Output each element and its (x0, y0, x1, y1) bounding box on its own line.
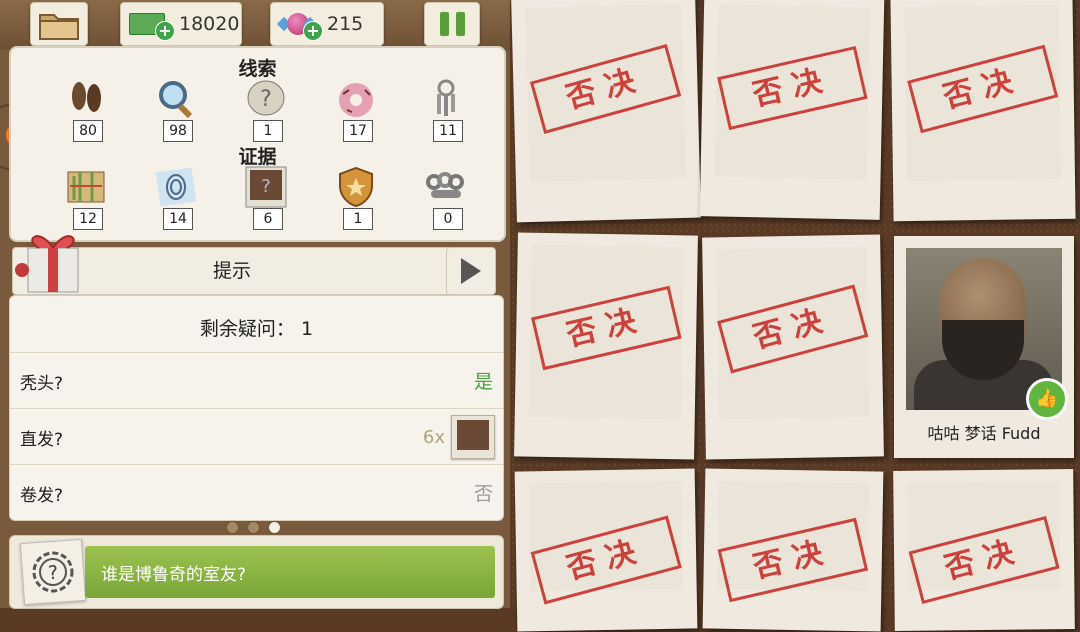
question-row-straight-hair[interactable]: 直发? 6x (10, 408, 503, 465)
clues-panel: 线索 80 98 ? 1 17 11 证据 12 14 ? 6 1 0 (9, 46, 506, 242)
evidence-brass-knuckles[interactable]: 0 (415, 166, 475, 236)
question-row-bald[interactable]: 秃头? 是 (10, 352, 503, 409)
suspect-name: 咕咕 梦话 Fudd (927, 424, 1041, 443)
questions-panel: 剩余疑问： 1 秃头? 是 直发? 6x 卷发? 否 (9, 295, 504, 521)
clue-keys[interactable]: 11 (415, 78, 475, 148)
clue-footprints[interactable]: 80 (55, 78, 115, 148)
clue-count: 80 (73, 120, 103, 142)
left-panel: + 18020 + 215 线索 80 98 ? 1 17 11 证据 12 1… (0, 0, 510, 609)
evidence-count: 0 (433, 208, 463, 230)
suspect-card-rejected[interactable]: 否决 (514, 232, 698, 460)
evidence-badge[interactable]: 1 (325, 166, 385, 236)
suspect-board: 否决 否决 否决 否决 否决 👍 咕咕 梦话 Fudd 否决 否决 否决 (510, 0, 1080, 632)
pause-button[interactable] (424, 2, 480, 46)
unknown-photo-icon (451, 415, 495, 459)
question-label: 直发? (20, 430, 64, 450)
clue-unknown[interactable]: ? 1 (235, 78, 295, 148)
quest-banner[interactable]: 谁是博鲁奇的室友? (85, 546, 495, 598)
candy-counter[interactable]: + 215 (270, 2, 384, 46)
clue-count: 17 (343, 120, 373, 142)
hint-next-button[interactable] (446, 247, 496, 295)
svg-text:?: ? (260, 87, 272, 112)
suspect-card-rejected[interactable]: 否决 (890, 0, 1076, 222)
question-label: 秃头? (20, 374, 64, 394)
suspect-card-rejected[interactable]: 否决 (702, 234, 884, 460)
svg-text:?: ? (47, 562, 59, 585)
play-icon (461, 258, 481, 284)
police-badge-icon (339, 166, 373, 208)
evidence-fingerprint[interactable]: 14 (145, 166, 205, 236)
money-counter[interactable]: + 18020 (120, 2, 242, 46)
page-dot-active[interactable] (268, 521, 281, 534)
suspect-card-rejected[interactable]: 否决 (702, 468, 884, 632)
unknown-photo-icon: ? (245, 166, 287, 208)
clue-count: 98 (163, 120, 193, 142)
suspect-card-rejected[interactable]: 否决 (893, 469, 1075, 631)
question-bubble-icon: ? (247, 80, 285, 116)
quest-box: ? 谁是博鲁奇的室友? (9, 535, 504, 609)
suspect-card-rejected[interactable]: 否决 (511, 0, 701, 223)
fingerprint-icon (155, 167, 197, 207)
evidence-count: 14 (163, 208, 193, 230)
thumbs-up-icon: 👍 (1026, 378, 1068, 420)
evidence-count: 6 (253, 208, 283, 230)
evidence-count: 1 (343, 208, 373, 230)
page-dot[interactable] (247, 521, 260, 534)
clue-magnifier[interactable]: 98 (145, 78, 205, 148)
donut-icon (339, 83, 373, 117)
money-amount: 18020 (179, 13, 240, 35)
question-gear-icon: ? (19, 538, 87, 606)
folder-icon (39, 14, 79, 40)
add-candy-icon[interactable]: + (303, 21, 323, 41)
add-money-icon[interactable]: + (155, 21, 175, 41)
candy-amount: 215 (327, 13, 364, 35)
question-label: 卷发? (20, 486, 64, 506)
map-icon (67, 171, 105, 203)
suspect-card-rejected[interactable]: 否决 (514, 468, 698, 632)
footprints-icon (72, 82, 101, 112)
evidence-unknown-photo[interactable]: ? 6 (235, 166, 295, 236)
keys-icon (437, 79, 455, 116)
clue-donut[interactable]: 17 (325, 78, 385, 148)
pause-icon (439, 12, 465, 36)
clues-title: 线索 (238, 58, 277, 80)
answer-yes: 是 (473, 371, 493, 393)
gift-icon[interactable] (14, 222, 92, 298)
page-indicator (226, 521, 281, 534)
brass-knuckles-icon (426, 172, 464, 198)
clue-count: 1 (253, 120, 283, 142)
suspect-card-fudd[interactable]: 👍 咕咕 梦话 Fudd (894, 236, 1074, 458)
svg-text:?: ? (261, 176, 271, 197)
folder-button[interactable] (30, 2, 88, 46)
suspect-card-rejected[interactable]: 否决 (699, 0, 885, 220)
answer-no: 否 (473, 483, 493, 505)
clue-count: 11 (433, 120, 463, 142)
quest-question: 谁是博鲁奇的室友? (101, 565, 247, 585)
magnifier-icon (159, 81, 193, 119)
top-bar: + 18020 + 215 (0, 0, 510, 50)
remaining-questions: 剩余疑问： 1 (199, 318, 314, 340)
page-dot[interactable] (226, 521, 239, 534)
cost-multiplier: 6x (422, 427, 445, 448)
question-row-curly-hair[interactable]: 卷发? 否 (10, 464, 503, 521)
evidence-title: 证据 (238, 146, 277, 168)
